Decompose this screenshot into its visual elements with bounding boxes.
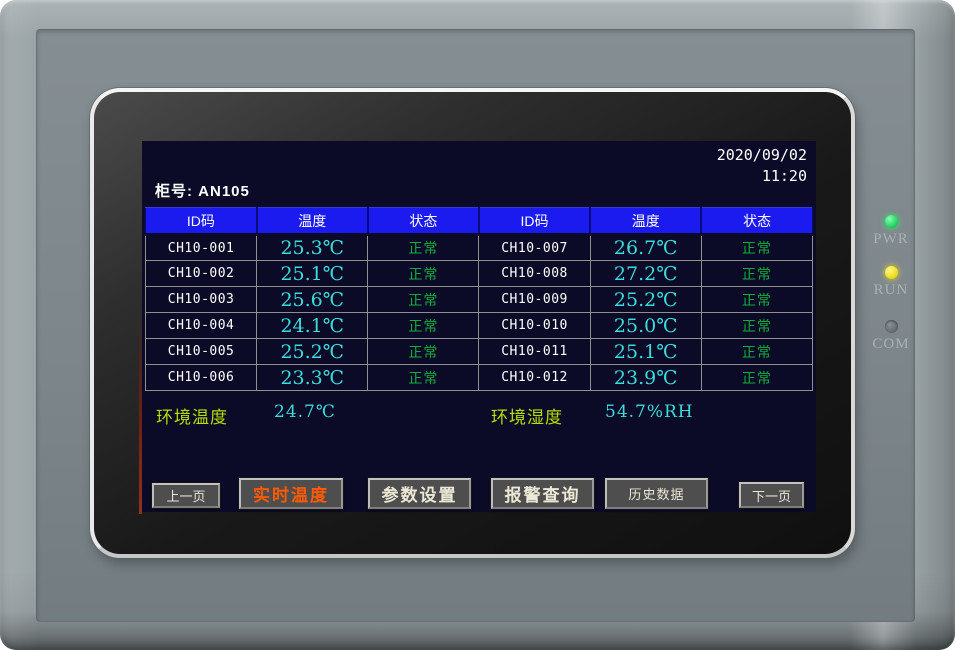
env-humidity-value: 54.7%RH bbox=[605, 402, 694, 422]
alarm-query-button[interactable]: 报警查询 bbox=[491, 478, 594, 509]
cell-status: 正常 bbox=[701, 339, 812, 365]
cell-temp: 25.3℃ bbox=[257, 235, 368, 261]
com-led-icon bbox=[885, 320, 898, 333]
cell-temp: 27.2℃ bbox=[590, 261, 701, 287]
cell-status: 正常 bbox=[368, 365, 479, 391]
pwr-led-label: PWR bbox=[868, 231, 914, 248]
com-led-group: COM bbox=[868, 320, 914, 353]
screen-bezel: 2020/09/02 11:20 柜号: AN105 ID码 温度 状态 ID码… bbox=[90, 88, 855, 558]
run-led-group: RUN bbox=[868, 266, 914, 299]
table-row: CH10-006 23.3℃ 正常 CH10-012 23.9℃ 正常 bbox=[146, 365, 813, 391]
table-row: CH10-004 24.1℃ 正常 CH10-010 25.0℃ 正常 bbox=[146, 313, 813, 339]
cabinet-label: 柜号: AN105 bbox=[155, 180, 250, 201]
cell-temp: 23.3℃ bbox=[257, 365, 368, 391]
cell-status: 正常 bbox=[701, 313, 812, 339]
cell-id: CH10-003 bbox=[146, 287, 257, 313]
datetime-display: 2020/09/02 11:20 bbox=[717, 145, 807, 187]
cell-id: CH10-006 bbox=[146, 365, 257, 391]
cell-temp: 25.2℃ bbox=[590, 287, 701, 313]
table-row: CH10-002 25.1℃ 正常 CH10-008 27.2℃ 正常 bbox=[146, 261, 813, 287]
table-row: CH10-001 25.3℃ 正常 CH10-007 26.7℃ 正常 bbox=[146, 235, 813, 261]
header-id-1: ID码 bbox=[146, 208, 257, 235]
nav-button-bar: 上一页 实时温度 参数设置 报警查询 历史数据 下一页 bbox=[142, 477, 816, 510]
cell-id: CH10-004 bbox=[146, 313, 257, 339]
cell-id: CH10-012 bbox=[479, 365, 590, 391]
cell-temp: 23.9℃ bbox=[590, 365, 701, 391]
cell-id: CH10-008 bbox=[479, 261, 590, 287]
cell-status: 正常 bbox=[701, 235, 812, 261]
cell-status: 正常 bbox=[701, 287, 812, 313]
header-status-2: 状态 bbox=[701, 208, 812, 235]
cell-status: 正常 bbox=[368, 287, 479, 313]
table-row: CH10-003 25.6℃ 正常 CH10-009 25.2℃ 正常 bbox=[146, 287, 813, 313]
cell-temp: 25.6℃ bbox=[257, 287, 368, 313]
header-status-1: 状态 bbox=[368, 208, 479, 235]
header-temp-1: 温度 bbox=[257, 208, 368, 235]
run-led-icon bbox=[885, 266, 898, 279]
channel-table: ID码 温度 状态 ID码 温度 状态 CH10-001 25.3℃ 正常 CH… bbox=[145, 207, 813, 391]
cell-status: 正常 bbox=[368, 261, 479, 287]
cell-temp: 25.1℃ bbox=[590, 339, 701, 365]
cell-id: CH10-010 bbox=[479, 313, 590, 339]
cell-id: CH10-001 bbox=[146, 235, 257, 261]
cell-temp: 26.7℃ bbox=[590, 235, 701, 261]
pwr-led-group: PWR bbox=[868, 215, 914, 248]
env-temperature-label: 环境温度 bbox=[156, 403, 228, 428]
header-temp-2: 温度 bbox=[590, 208, 701, 235]
cell-temp: 24.1℃ bbox=[257, 313, 368, 339]
cell-status: 正常 bbox=[701, 261, 812, 287]
next-page-button[interactable]: 下一页 bbox=[739, 482, 804, 508]
cell-id: CH10-009 bbox=[479, 287, 590, 313]
cell-id: CH10-002 bbox=[146, 261, 257, 287]
table-row: CH10-005 25.2℃ 正常 CH10-011 25.1℃ 正常 bbox=[146, 339, 813, 365]
cell-id: CH10-007 bbox=[479, 235, 590, 261]
cell-id: CH10-005 bbox=[146, 339, 257, 365]
cell-status: 正常 bbox=[368, 339, 479, 365]
power-led-icon bbox=[885, 215, 898, 228]
prev-page-button[interactable]: 上一页 bbox=[152, 483, 220, 508]
environment-row: 环境温度 24.7℃ 环境湿度 54.7%RH bbox=[142, 397, 816, 433]
env-humidity-label: 环境湿度 bbox=[491, 403, 563, 428]
cell-id: CH10-011 bbox=[479, 339, 590, 365]
cell-status: 正常 bbox=[701, 365, 812, 391]
date-text: 2020/09/02 bbox=[717, 145, 807, 166]
realtime-temperature-button[interactable]: 实时温度 bbox=[239, 478, 343, 509]
env-temperature-value: 24.7℃ bbox=[274, 402, 336, 422]
cell-status: 正常 bbox=[368, 313, 479, 339]
hmi-device-frame: 2020/09/02 11:20 柜号: AN105 ID码 温度 状态 ID码… bbox=[0, 0, 955, 650]
parameter-settings-button[interactable]: 参数设置 bbox=[368, 478, 471, 509]
com-led-label: COM bbox=[868, 336, 914, 353]
cell-temp: 25.1℃ bbox=[257, 261, 368, 287]
cell-status: 正常 bbox=[368, 235, 479, 261]
lcd-screen: 2020/09/02 11:20 柜号: AN105 ID码 温度 状态 ID码… bbox=[142, 141, 816, 512]
time-text: 11:20 bbox=[717, 166, 807, 187]
cell-temp: 25.0℃ bbox=[590, 313, 701, 339]
header-id-2: ID码 bbox=[479, 208, 590, 235]
table-header-row: ID码 温度 状态 ID码 温度 状态 bbox=[146, 208, 813, 235]
cell-temp: 25.2℃ bbox=[257, 339, 368, 365]
run-led-label: RUN bbox=[868, 282, 914, 299]
history-data-button[interactable]: 历史数据 bbox=[605, 478, 708, 509]
